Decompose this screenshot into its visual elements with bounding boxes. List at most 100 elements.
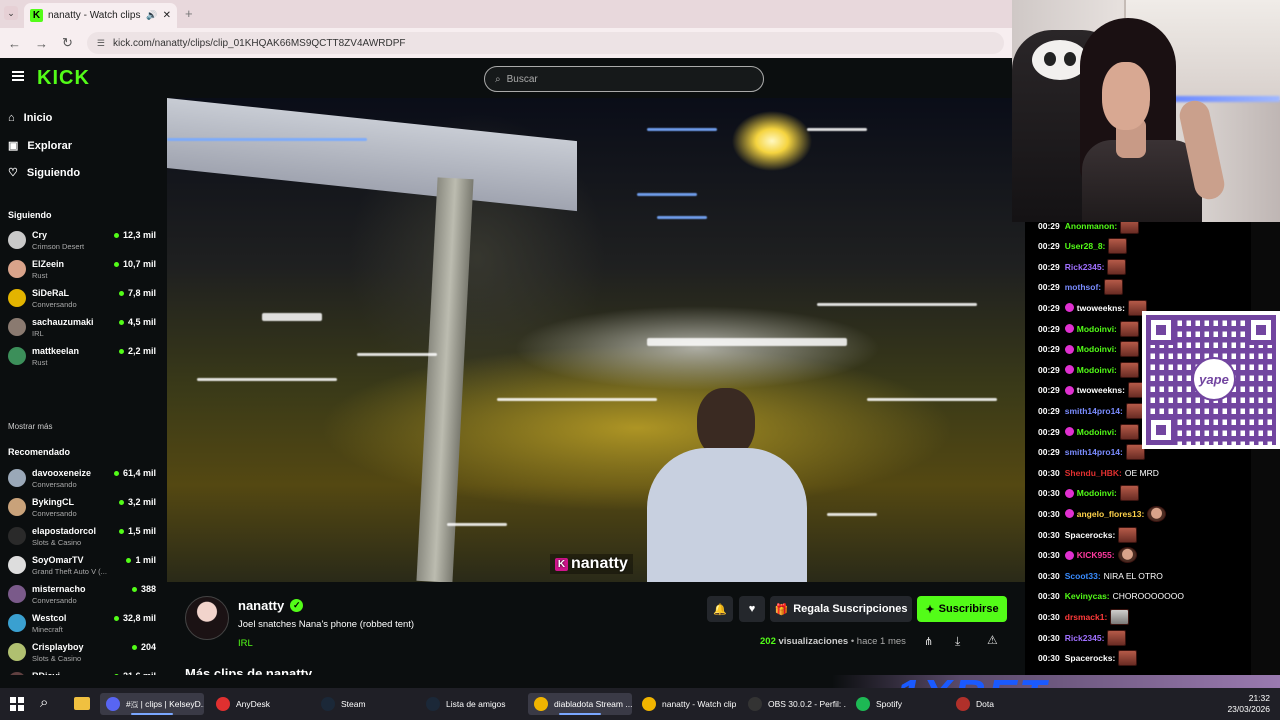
chat-username[interactable]: Modoinvi: (1077, 427, 1117, 437)
channel-row[interactable]: SoyOmarTV Grand Theft Auto V (... 1 mil (8, 553, 156, 581)
file-explorer-icon[interactable] (74, 697, 90, 710)
notifications-button[interactable]: 🔔 (707, 596, 733, 622)
search-icon[interactable]: ⌕ (40, 694, 48, 711)
channel-row[interactable]: misternacho Conversando 388 (8, 582, 156, 610)
tab-list-button[interactable]: ⌄ (4, 6, 18, 20)
chat-username[interactable]: Modoinvi: (1077, 365, 1117, 375)
search-input[interactable]: ⌕ Buscar (484, 66, 764, 92)
url-text: kick.com/nanatty/clips/clip_01KHQAK66MS9… (112, 37, 406, 49)
taskbar-app[interactable]: Dota (950, 693, 1000, 715)
gift-subscriptions-button[interactable]: 🎁 Regala Suscripciones (770, 596, 912, 622)
reload-icon[interactable]: ↻ (62, 35, 73, 51)
share-icon[interactable]: ⋔ (924, 635, 933, 648)
chat-message: 00:30 Shendu_HBK: OE MRD (1038, 464, 1159, 481)
chat-emote-icon (1147, 505, 1167, 522)
viewer-count: 7,8 mil (119, 288, 156, 298)
chat-username[interactable]: Anonmanon: (1065, 222, 1117, 231)
taskbar-app[interactable]: #🇬 | clips | KelseyD... (100, 693, 204, 715)
chat-username[interactable]: User28_8: (1065, 241, 1106, 251)
chat-username[interactable]: mothsof: (1065, 282, 1101, 292)
channel-name: SoyOmarTV (32, 555, 84, 565)
channel-row[interactable]: ElZeein Rust 10,7 mil (8, 257, 156, 285)
app-label: AnyDesk (236, 699, 271, 709)
chat-username[interactable]: Modoinvi: (1077, 324, 1117, 334)
taskbar-app[interactable]: AnyDesk (210, 693, 300, 715)
chat-username[interactable]: Shendu_HBK: (1065, 468, 1122, 478)
follow-button[interactable]: ♥ (739, 596, 765, 622)
speaker-icon[interactable]: 🔊 (146, 10, 157, 21)
site-info-icon[interactable]: ☰ (97, 38, 105, 49)
forward-icon[interactable]: → (35, 36, 48, 51)
new-tab-button[interactable]: + (185, 6, 193, 21)
chat-username[interactable]: angelo_flores13: (1077, 509, 1145, 519)
back-icon[interactable]: ← (8, 36, 21, 51)
channel-avatar (8, 289, 26, 307)
chat-username[interactable]: drsmack1: (1065, 612, 1108, 622)
clock-date: 23/03/2026 (1227, 704, 1270, 714)
taskbar-app[interactable]: Spotify (850, 693, 910, 715)
nav-item-siguiendo[interactable]: ♡ Siguiendo (8, 166, 80, 180)
channel-row[interactable]: sachauzumaki IRL 4,5 mil (8, 315, 156, 343)
webcam-person-face (1102, 62, 1150, 130)
light-streak (807, 128, 867, 131)
chat-emote-icon (1119, 341, 1139, 358)
show-more-link[interactable]: Mostrar más (8, 422, 52, 431)
chat-username[interactable]: Rick2345: (1065, 633, 1105, 643)
download-icon[interactable]: ⤓ (955, 634, 960, 649)
chat-username[interactable]: Modoinvi: (1077, 344, 1117, 354)
gift-icon: 🎁 (774, 603, 789, 616)
channel-name: Crisplayboy (32, 642, 84, 652)
video-player[interactable]: K nanatty (167, 98, 1025, 582)
chat-text: NIRA EL OTRO (1103, 570, 1163, 581)
channel-category: IRL (32, 329, 44, 338)
clip-title: Joel snatches Nana's phone (robbed tent) (238, 619, 415, 630)
channel-row[interactable]: Cry Crimson Desert 12,3 mil (8, 228, 156, 256)
windows-start-icon[interactable] (10, 697, 24, 711)
kick-logo[interactable]: KICK (37, 67, 90, 90)
url-field[interactable]: ☰ kick.com/nanatty/clips/clip_01KHQAK66M… (86, 32, 1004, 54)
channel-row[interactable]: BykingCL Conversando 3,2 mil (8, 495, 156, 523)
yape-logo: yape (1192, 357, 1236, 401)
taskbar-app[interactable]: Steam (315, 693, 405, 715)
channel-row[interactable]: mattkeelan Rust 2,2 mil (8, 344, 156, 372)
subscribe-button[interactable]: ✦ Suscribirse (917, 596, 1007, 622)
chat-text: CHOROOOOOOO (1112, 591, 1184, 602)
chat-username[interactable]: smith14pro14: (1065, 447, 1123, 457)
clip-category[interactable]: IRL (238, 638, 253, 649)
taskbar-app[interactable]: Lista de amigos (420, 693, 520, 715)
hamburger-menu-icon[interactable] (12, 71, 24, 81)
chat-time: 00:29 (1038, 426, 1060, 437)
nav-item-inicio[interactable]: ⌂ Inicio (8, 112, 52, 124)
report-icon[interactable]: ⚠ (987, 633, 998, 647)
chat-username[interactable]: Spacerocks: (1065, 653, 1116, 663)
chat-username[interactable]: smith14pro14: (1065, 406, 1123, 416)
chat-emote-icon (1107, 629, 1127, 646)
taskbar-app[interactable]: OBS 30.0.2 - Perfil: ... (742, 693, 846, 715)
nav-item-explorar[interactable]: ▣ Explorar (8, 139, 72, 153)
channel-row[interactable]: elapostadorcol Slots & Casino 1,5 mil (8, 524, 156, 552)
taskbar-app[interactable]: diabladota Stream ... (528, 693, 632, 715)
chat-username[interactable]: Modoinvi: (1077, 488, 1117, 498)
chat-username[interactable]: twoweekns: (1077, 303, 1125, 313)
video-scene-person (637, 388, 807, 582)
chat-username[interactable]: Rick2345: (1065, 262, 1105, 272)
light-streak (647, 128, 717, 131)
chat-username[interactable]: Spacerocks: (1065, 530, 1116, 540)
chat-time: 00:30 (1038, 550, 1060, 561)
tab-close-icon[interactable]: ✕ (163, 10, 171, 21)
channel-row[interactable]: davooxeneize Conversando 61,4 mil (8, 466, 156, 494)
system-clock[interactable]: 21:32 23/03/2026 (1227, 693, 1270, 715)
chat-username[interactable]: twoweekns: (1077, 385, 1125, 395)
chat-username[interactable]: Scoot33: (1065, 571, 1101, 581)
browser-tab[interactable]: K nanatty - Watch clips on Kick 🔊 ✕ (24, 3, 177, 28)
channel-row[interactable]: Crisplayboy Slots & Casino 204 (8, 640, 156, 668)
views-count: 202 (760, 636, 776, 647)
chat-username[interactable]: KICK955: (1077, 550, 1115, 560)
channel-name-row[interactable]: nanatty ✓ (238, 598, 304, 613)
channel-row[interactable]: SiDeRaL Conversando 7,8 mil (8, 286, 156, 314)
channel-row[interactable]: Westcol Minecraft 32,8 mil (8, 611, 156, 639)
channel-avatar[interactable] (185, 596, 229, 640)
taskbar-app[interactable]: nanatty - Watch clip... (636, 693, 736, 715)
chat-message: 00:29 smith14pro14: (1038, 402, 1145, 419)
chat-username[interactable]: Kevinycas: (1065, 591, 1110, 601)
